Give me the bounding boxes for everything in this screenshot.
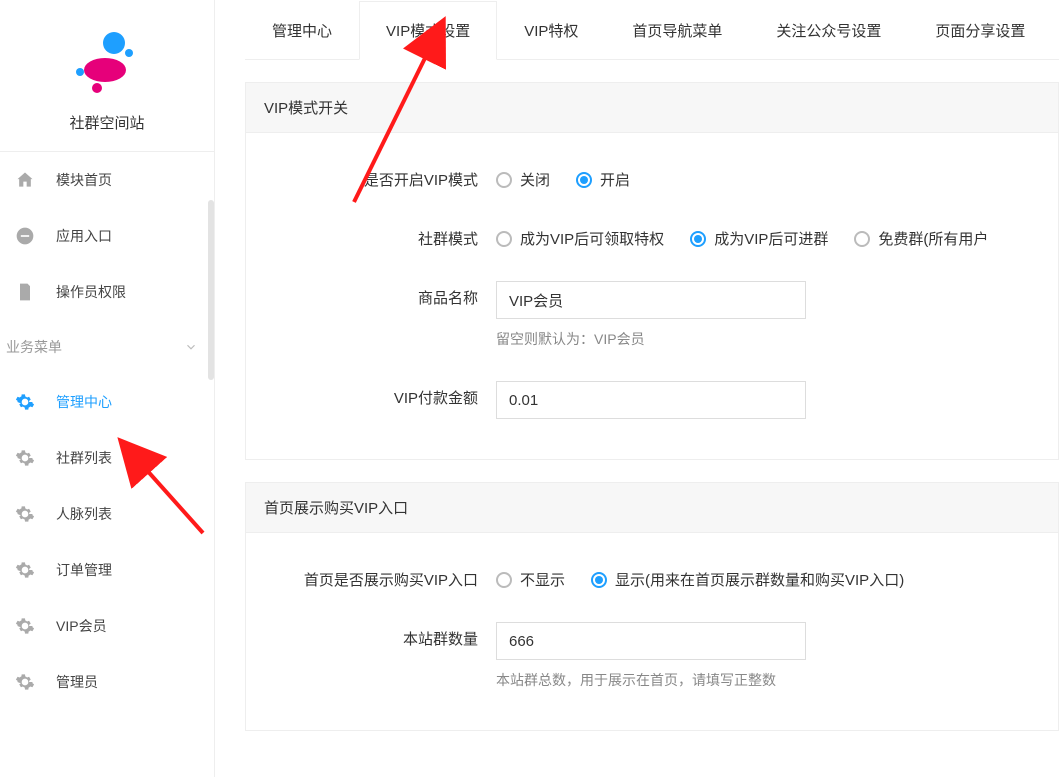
app-title: 社群空间站 (69, 112, 144, 133)
gear-icon (14, 615, 36, 637)
radio-icon (854, 231, 870, 247)
gear-icon (14, 671, 36, 693)
row-product-name: 商品名称 留空则默认为：VIP会员 (246, 265, 1058, 365)
doc-icon (14, 281, 36, 303)
gear-icon (14, 447, 36, 469)
radio-label: 成为VIP后可进群 (714, 228, 828, 249)
sidebar-item-label: 订单管理 (56, 560, 112, 580)
sidebar-item-label: 人脉列表 (56, 504, 112, 524)
row-vip-price: VIP付款金额 (246, 365, 1058, 435)
radio-mode-privilege[interactable]: 成为VIP后可领取特权 (496, 228, 664, 249)
sidebar-item-label: 操作员权限 (56, 282, 126, 302)
chevron-down-icon (184, 340, 198, 354)
radio-icon (496, 172, 512, 188)
panel-title: 首页展示购买VIP入口 (246, 483, 1058, 533)
sidebar-item-orders[interactable]: 订单管理 (0, 542, 214, 598)
row-show-entry: 首页是否展示购买VIP入口 不显示 显示(用来在首页展示群数量和购买VIP入口) (246, 547, 1058, 606)
radio-icon (496, 572, 512, 588)
chat-icon (14, 225, 36, 247)
label-group-count: 本站群数量 (246, 622, 496, 649)
radio-label: 关闭 (520, 169, 550, 190)
radio-label: 成为VIP后可领取特权 (520, 228, 664, 249)
tab-share-settings[interactable]: 页面分享设置 (908, 1, 1052, 60)
tab-vip-privileges[interactable]: VIP特权 (497, 1, 605, 60)
panel-home-vip-entry: 首页展示购买VIP入口 首页是否展示购买VIP入口 不显示 显示(用来在首页展 (245, 482, 1059, 731)
sidebar-item-admins[interactable]: 管理员 (0, 654, 214, 710)
panel-vip-mode: VIP模式开关 是否开启VIP模式 关闭 开启 (245, 82, 1059, 460)
radio-label: 显示(用来在首页展示群数量和购买VIP入口) (615, 569, 904, 590)
label-product-name: 商品名称 (246, 281, 496, 308)
logo: 社群空间站 (0, 0, 214, 151)
input-vip-price[interactable] (496, 381, 806, 419)
sidebar-item-label: VIP会员 (56, 616, 107, 636)
tabs: 管理中心 VIP模式设置 VIP特权 首页导航菜单 关注公众号设置 页面分享设置 (245, 0, 1059, 60)
radio-icon (690, 231, 706, 247)
radio-icon (496, 231, 512, 247)
radio-mode-free[interactable]: 免费群(所有用户 (854, 228, 988, 249)
gear-icon (14, 391, 36, 413)
input-product-name[interactable] (496, 281, 806, 319)
radio-label: 开启 (600, 169, 630, 190)
label-enable-vip: 是否开启VIP模式 (246, 163, 496, 190)
tab-admin-center[interactable]: 管理中心 (245, 1, 359, 60)
home-icon (14, 169, 36, 191)
sidebar-group-label: 业务菜单 (6, 337, 62, 357)
sidebar-group-business[interactable]: 业务菜单 (0, 320, 214, 374)
label-vip-price: VIP付款金额 (246, 381, 496, 408)
radio-enable-on[interactable]: 开启 (576, 169, 630, 190)
input-group-count[interactable] (496, 622, 806, 660)
gear-icon (14, 559, 36, 581)
radio-label: 不显示 (520, 569, 565, 590)
tab-vip-mode-settings[interactable]: VIP模式设置 (359, 1, 497, 60)
panel-title: VIP模式开关 (246, 83, 1058, 133)
sidebar-item-app-entry[interactable]: 应用入口 (0, 208, 214, 264)
hint-product-name: 留空则默认为：VIP会员 (496, 329, 1058, 349)
label-community-mode: 社群模式 (246, 222, 496, 249)
radio-icon (576, 172, 592, 188)
sidebar: 社群空间站 模块首页 应用入口 操作员权限 (0, 0, 215, 777)
row-community-mode: 社群模式 成为VIP后可领取特权 成为VIP后可进群 (246, 206, 1058, 265)
gear-icon (14, 503, 36, 525)
radio-icon (591, 572, 607, 588)
sidebar-item-label: 模块首页 (56, 170, 112, 190)
radio-show-on[interactable]: 显示(用来在首页展示群数量和购买VIP入口) (591, 569, 904, 590)
logo-icon (67, 30, 147, 100)
radio-label: 免费群(所有用户 (878, 228, 988, 249)
row-group-count: 本站群数量 本站群总数，用于展示在首页，请填写正整数 (246, 606, 1058, 706)
hint-group-count: 本站群总数，用于展示在首页，请填写正整数 (496, 670, 1058, 690)
radio-show-off[interactable]: 不显示 (496, 569, 565, 590)
row-enable-vip: 是否开启VIP模式 关闭 开启 (246, 147, 1058, 206)
sidebar-item-operator-perm[interactable]: 操作员权限 (0, 264, 214, 320)
label-show-entry: 首页是否展示购买VIP入口 (246, 563, 496, 590)
sidebar-item-vip-members[interactable]: VIP会员 (0, 598, 214, 654)
main-content: 管理中心 VIP模式设置 VIP特权 首页导航菜单 关注公众号设置 页面分享设置… (215, 0, 1059, 777)
sidebar-item-community-list[interactable]: 社群列表 (0, 430, 214, 486)
tab-follow-account[interactable]: 关注公众号设置 (749, 1, 908, 60)
sidebar-nav: 模块首页 应用入口 操作员权限 (0, 151, 214, 320)
sidebar-business-list: 管理中心 社群列表 人脉列表 订单管理 (0, 374, 214, 710)
radio-mode-join-group[interactable]: 成为VIP后可进群 (690, 228, 828, 249)
sidebar-item-label: 管理中心 (56, 392, 112, 412)
sidebar-item-label: 管理员 (56, 672, 98, 692)
scrollbar[interactable] (208, 200, 214, 380)
sidebar-item-label: 应用入口 (56, 226, 112, 246)
sidebar-item-contacts[interactable]: 人脉列表 (0, 486, 214, 542)
sidebar-item-module-home[interactable]: 模块首页 (0, 152, 214, 208)
radio-enable-off[interactable]: 关闭 (496, 169, 550, 190)
tab-home-nav[interactable]: 首页导航菜单 (605, 1, 749, 60)
sidebar-item-label: 社群列表 (56, 448, 112, 468)
sidebar-item-admin-center[interactable]: 管理中心 (0, 374, 214, 430)
